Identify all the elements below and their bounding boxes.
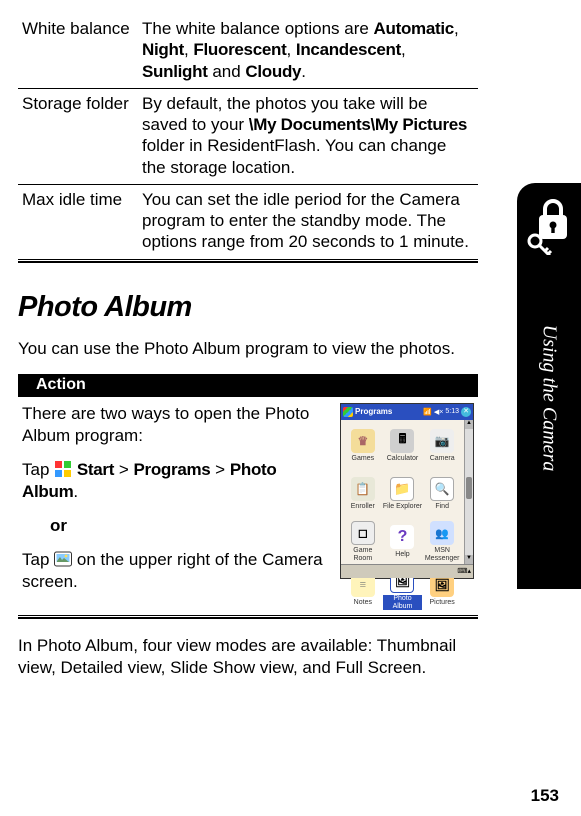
action-body: There are two ways to open the Photo Alb… [18,396,478,614]
program-item: File Explorer [383,470,423,518]
program-icon [351,521,375,545]
program-label: Calculator [387,455,419,462]
program-label: Notes [354,599,372,606]
program-label: MSN Messenger [422,547,462,562]
page-number: 153 [531,786,559,806]
action-text: There are two ways to open the Photo Alb… [22,403,330,606]
lock-key-icon [527,197,571,260]
option-name: Storage folder [18,88,138,184]
program-item: Find [422,470,462,518]
program-label: Game Room [343,547,383,562]
option-name: Max idle time [18,184,138,258]
camera-options-table: White balance The white balance options … [18,14,478,259]
program-label: Help [395,551,409,558]
chapter-tab-label: Using the Camera [538,325,561,472]
mini-titlebar: Programs 📶 ◀× 5:13 ✕ [341,404,473,420]
close-icon: ✕ [461,407,471,417]
program-label: Find [435,503,449,510]
action-header: Action [18,374,478,396]
program-item: Camera [422,422,462,470]
program-icon [430,521,454,545]
program-label: Pictures [430,599,455,606]
program-icon [390,525,414,549]
program-item: Game Room [343,518,383,566]
closing-paragraph: In Photo Album, four view modes are avai… [18,635,478,679]
option-name: White balance [18,14,138,88]
program-item: Calculator [383,422,423,470]
chapter-tab: Using the Camera [517,183,581,589]
windows-start-icon [343,407,353,417]
program-icon [390,429,414,453]
option-desc: By default, the photos you take will be … [138,88,478,184]
program-label: Enroller [351,503,375,510]
programs-screenshot: Programs 📶 ◀× 5:13 ✕ Games Calculator Came… [340,403,474,579]
option-desc: You can set the idle period for the Came… [138,184,478,258]
program-icon [430,477,454,501]
program-label: Camera [430,455,455,462]
option-desc: The white balance options are Automatic,… [138,14,478,88]
mini-title: Programs [355,407,421,416]
photo-album-icon [54,550,72,568]
program-label: File Explorer [383,503,422,510]
intro-paragraph: You can use the Photo Album program to v… [18,338,478,360]
keyboard-icon: ⌨▴ [457,567,471,575]
program-item: MSN Messenger [422,518,462,566]
section-title: Photo Album [18,291,478,324]
program-item: Enroller [343,470,383,518]
program-label: Games [352,455,375,462]
windows-start-icon [54,460,72,478]
program-icon [430,429,454,453]
scrollbar: ▲ ▼ [464,420,473,564]
program-icon [351,477,375,501]
program-label: Photo Album [383,595,423,610]
mini-taskbar: ⌨▴ [341,564,473,578]
program-item: Games [343,422,383,470]
program-icon [390,477,414,501]
program-item: Help [383,518,423,566]
mini-time: 5:13 [445,408,459,415]
program-icon [351,429,375,453]
